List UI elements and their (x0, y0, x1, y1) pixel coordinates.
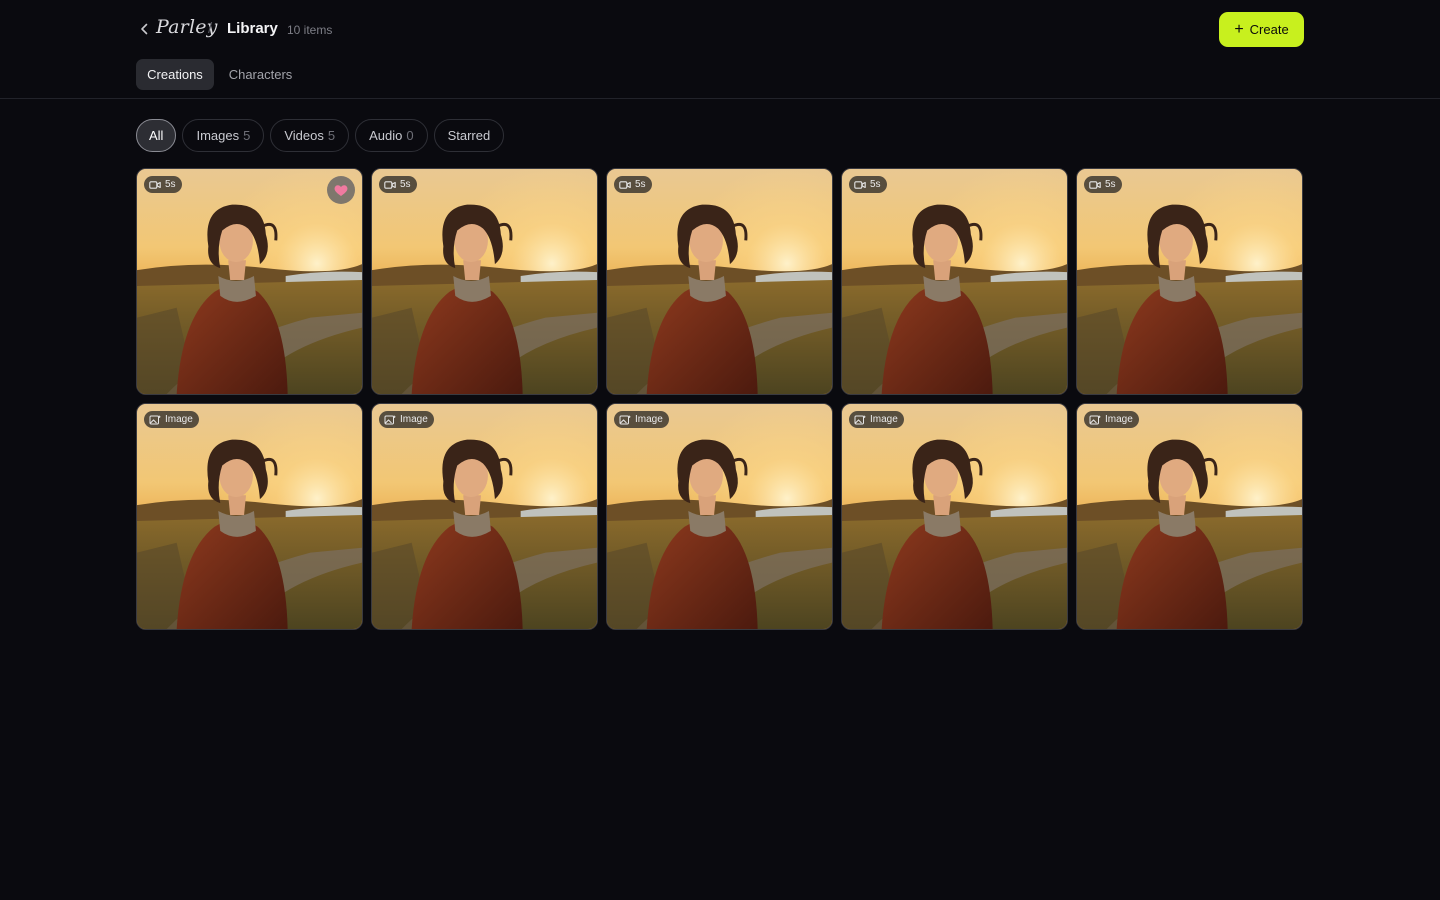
filter-starred[interactable]: Starred (433, 119, 505, 152)
filter-count: 0 (406, 128, 414, 143)
image-sparkle-icon (149, 415, 161, 424)
badge-label: Image (1105, 414, 1133, 425)
thumbnail-image (372, 404, 597, 629)
top-bar: Parley / Library 10 items + Create Creat… (0, 0, 1440, 99)
video-camera-icon (1089, 180, 1101, 189)
tab-characters[interactable]: Characters (222, 59, 299, 90)
filter-label: Audio (369, 128, 403, 143)
thumbnail-image (1077, 404, 1302, 629)
media-type-badge: Image (144, 411, 199, 428)
badge-label: Image (165, 414, 193, 425)
video-camera-icon (149, 180, 161, 189)
filter-label: All (149, 128, 164, 143)
item-count: 10 items (287, 23, 333, 37)
media-type-badge: 5s (379, 176, 417, 193)
media-type-badge: Image (379, 411, 434, 428)
create-button[interactable]: + Create (1219, 12, 1304, 47)
media-card[interactable]: 5s (136, 168, 363, 395)
chevron-left-icon (140, 23, 147, 35)
filter-label: Images (196, 128, 240, 143)
filter-label: Starred (447, 128, 491, 143)
thumbnail-image (842, 404, 1067, 629)
favorite-button[interactable] (327, 176, 355, 204)
media-type-badge: 5s (614, 176, 652, 193)
badge-label: 5s (165, 179, 176, 190)
page-title: Library (227, 20, 278, 37)
media-type-badge: Image (614, 411, 669, 428)
filter-all[interactable]: All (136, 119, 177, 152)
tab-creations[interactable]: Creations (136, 59, 214, 90)
image-sparkle-icon (384, 415, 396, 424)
badge-label: 5s (400, 179, 411, 190)
media-grid: 5s 5s 5s 5s 5s Image Image Image Image I… (136, 168, 1304, 630)
media-card[interactable]: Image (136, 403, 363, 630)
thumbnail-image (607, 404, 832, 629)
media-card[interactable]: Image (1076, 403, 1303, 630)
thumbnail-image (137, 169, 362, 394)
thumbnail-image (607, 169, 832, 394)
thumbnail-image (137, 404, 362, 629)
badge-label: Image (870, 414, 898, 425)
media-card[interactable]: 5s (371, 168, 598, 395)
plus-icon: + (1234, 20, 1244, 38)
create-button-label: Create (1249, 22, 1289, 37)
media-type-badge: 5s (1084, 176, 1122, 193)
media-type-badge: 5s (849, 176, 887, 193)
filter-audio[interactable]: Audio 0 (355, 119, 428, 152)
image-sparkle-icon (619, 415, 631, 424)
breadcrumb-separator: / (208, 20, 213, 37)
badge-label: 5s (635, 179, 646, 190)
filter-bar: All Images 5 Videos 5 Audio 0 Starred (136, 119, 505, 152)
video-camera-icon (854, 180, 866, 189)
thumbnail-image (372, 169, 597, 394)
filter-images[interactable]: Images 5 (182, 119, 265, 152)
filter-label: Videos (284, 128, 324, 143)
filter-count: 5 (327, 128, 336, 143)
thumbnail-image (842, 169, 1067, 394)
filter-count: 5 (243, 128, 251, 143)
media-card[interactable]: 5s (1076, 168, 1303, 395)
heart-icon (334, 184, 348, 196)
badge-label: 5s (870, 179, 881, 190)
media-type-badge: 5s (144, 176, 182, 193)
media-type-badge: Image (1084, 411, 1139, 428)
media-type-badge: Image (849, 411, 904, 428)
badge-label: 5s (1105, 179, 1116, 190)
video-camera-icon (619, 180, 631, 189)
image-sparkle-icon (1089, 415, 1101, 424)
badge-label: Image (635, 414, 663, 425)
image-sparkle-icon (854, 415, 866, 424)
media-card[interactable]: Image (371, 403, 598, 630)
back-button[interactable] (136, 20, 152, 38)
filter-videos[interactable]: Videos 5 (270, 119, 350, 152)
media-card[interactable]: 5s (841, 168, 1068, 395)
media-card[interactable]: Image (606, 403, 833, 630)
media-card[interactable]: 5s (606, 168, 833, 395)
media-card[interactable]: Image (841, 403, 1068, 630)
thumbnail-image (1077, 169, 1302, 394)
badge-label: Image (400, 414, 428, 425)
video-camera-icon (384, 180, 396, 189)
